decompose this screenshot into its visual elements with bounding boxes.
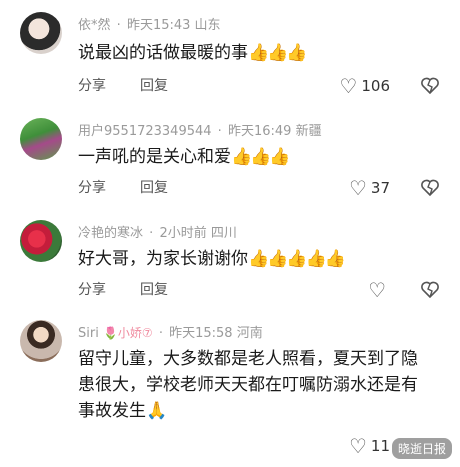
timestamp: 昨天15:58 xyxy=(169,326,233,341)
like-button[interactable]: ♡ 11 xyxy=(349,434,390,458)
comment-actions: 分享 回复 ♡ 37 xyxy=(78,176,440,200)
timestamp: 昨天15:43 xyxy=(126,18,191,33)
location: 四川 xyxy=(210,226,237,241)
heart-icon: ♡ xyxy=(348,434,367,458)
comment-actions: 分享 回复 ♡ xyxy=(78,278,440,302)
comment-text: 一声吼的是关心和爱👍👍👍 xyxy=(78,144,424,170)
watermark: 晓逝日报 xyxy=(391,438,452,459)
comment-meta: 依*然 · 昨天15:43 山东 xyxy=(78,18,221,33)
like-button[interactable]: ♡ xyxy=(368,278,390,302)
location: 河南 xyxy=(236,326,263,341)
share-button[interactable]: 分享 xyxy=(78,176,106,200)
avatar[interactable] xyxy=(20,12,62,54)
comment-text: 好大哥，为家长谢谢你👍👍👍👍👍 xyxy=(78,246,424,272)
username[interactable]: 依*然 xyxy=(78,18,111,33)
share-button[interactable]: 分享 xyxy=(78,278,106,302)
like-count: 106 xyxy=(361,77,390,95)
location: 山东 xyxy=(194,18,221,33)
heart-icon: ♡ xyxy=(368,278,386,302)
comment-text: 说最凶的话做最暖的事👍👍👍 xyxy=(78,40,424,66)
share-button[interactable]: 分享 xyxy=(78,74,106,98)
username[interactable]: 冷艳的寒冰 xyxy=(78,226,143,241)
comment-meta: 用户9551723349544 · 昨天16:49 新疆 xyxy=(78,124,322,139)
thumbs-up-icon: 👍👍👍 xyxy=(248,43,307,63)
reply-button[interactable]: 回复 xyxy=(140,278,168,302)
dislike-icon[interactable] xyxy=(420,76,440,96)
reply-button[interactable]: 回复 xyxy=(140,176,168,200)
like-button[interactable]: ♡ 106 xyxy=(339,74,390,98)
username[interactable]: Siri xyxy=(78,326,99,341)
username[interactable]: 用户9551723349544 xyxy=(78,124,212,139)
like-button[interactable]: ♡ 37 xyxy=(349,176,390,200)
like-count: 37 xyxy=(370,179,390,197)
heart-icon: ♡ xyxy=(348,176,367,200)
heart-icon: ♡ xyxy=(339,74,358,98)
timestamp: 昨天16:49 xyxy=(227,124,292,139)
dislike-icon[interactable] xyxy=(420,280,440,300)
comment-meta: 冷艳的寒冰 · 2小时前 四川 xyxy=(78,226,237,241)
thumbs-up-icon: 👍👍👍 xyxy=(231,147,290,167)
like-count: 11 xyxy=(370,437,390,455)
avatar[interactable] xyxy=(20,220,62,262)
comment-meta: Siri 🌷小娇⑦ · 昨天15:58 河南 xyxy=(78,326,263,341)
comment-actions: ♡ 11 xyxy=(78,434,440,458)
user-badge: 🌷小娇⑦ xyxy=(102,326,153,340)
timestamp: 2小时前 xyxy=(159,226,207,241)
reply-button[interactable]: 回复 xyxy=(140,74,168,98)
avatar[interactable] xyxy=(20,118,62,160)
avatar[interactable] xyxy=(20,320,62,362)
comment-text: 留守儿童，大多数都是老人照看，夏天到了隐患很大，学校老师天天都在叮嘱防溺水还是有… xyxy=(78,346,424,424)
location: 新疆 xyxy=(295,124,322,139)
dislike-icon[interactable] xyxy=(420,178,440,198)
pray-icon: 🙏 xyxy=(146,401,167,421)
thumbs-up-icon: 👍👍👍👍👍 xyxy=(248,249,346,269)
comment-actions: 分享 回复 ♡ 106 xyxy=(78,74,440,98)
